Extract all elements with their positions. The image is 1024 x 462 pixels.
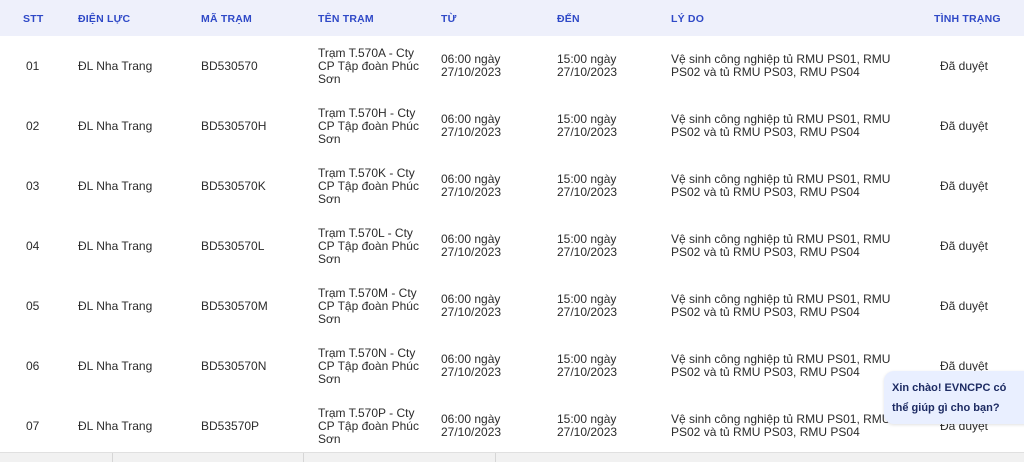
table-row: 05 ĐL Nha Trang BD530570M Trạm T.570M - … [0,276,1024,337]
cell-ten-tram: Trạm T.570N - Cty CP Tập đoàn Phúc Sơn [318,345,419,386]
cell-den: 15:00 ngày 27/10/2023 [557,232,618,259]
cell-tu: 06:00 ngày 27/10/2023 [441,352,502,379]
cell-ma-tram: BD530570L [201,238,265,253]
cell-tinh-trang: Đã duyệt [939,298,989,313]
cell-dien-luc: ĐL Nha Trang [78,178,153,193]
cell-ma-tram: BD53570P [201,418,260,433]
cell-ly-do: Vệ sinh công nghiệp tủ RMU PS01, RMU PS0… [671,412,891,439]
cell-tinh-trang: Đã duyệt [939,58,989,73]
cell-ten-tram: Trạm T.570K - Cty CP Tập đoàn Phúc Sơn [318,165,419,206]
cell-ma-tram: BD530570H [201,118,267,133]
cell-ly-do: Vệ sinh công nghiệp tủ RMU PS01, RMU PS0… [671,172,891,199]
table-row: 01 ĐL Nha Trang BD530570 Trạm T.570A - C… [0,36,1024,97]
cell-tu: 06:00 ngày 27/10/2023 [441,292,502,319]
header-ly-do: LÝ DO [671,13,705,25]
cell-ten-tram: Trạm T.570H - Cty CP Tập đoàn Phúc Sơn [318,105,419,146]
cell-den: 15:00 ngày 27/10/2023 [557,292,618,319]
cell-tinh-trang: Đã duyệt [939,118,989,133]
cell-stt: 04 [26,238,40,253]
cell-tu: 06:00 ngày 27/10/2023 [441,232,502,259]
cell-den: 15:00 ngày 27/10/2023 [557,172,618,199]
cell-stt: 01 [26,58,40,73]
cell-ly-do: Vệ sinh công nghiệp tủ RMU PS01, RMU PS0… [671,292,891,319]
cell-den: 15:00 ngày 27/10/2023 [557,112,618,139]
cell-stt: 02 [26,118,40,133]
header-tinh-trang: TÌNH TRẠNG [934,13,1001,25]
header-ma-tram: MÃ TRẠM [201,13,252,25]
cell-stt: 05 [26,298,40,313]
header-ten-tram: TÊN TRẠM [318,13,374,25]
cell-dien-luc: ĐL Nha Trang [78,298,153,313]
table-row: 07 ĐL Nha Trang BD53570P Trạm T.570P - C… [0,396,1024,456]
cell-ly-do: Vệ sinh công nghiệp tủ RMU PS01, RMU PS0… [671,232,891,259]
header-stt: STT [23,13,44,25]
cell-ly-do: Vệ sinh công nghiệp tủ RMU PS01, RMU PS0… [671,52,891,79]
cell-stt: 06 [26,358,40,373]
table-row: 06 ĐL Nha Trang BD530570N Trạm T.570N - … [0,336,1024,397]
cell-stt: 03 [26,178,40,193]
cell-dien-luc: ĐL Nha Trang [78,118,153,133]
cell-ten-tram: Trạm T.570M - Cty CP Tập đoàn Phúc Sơn [318,285,419,326]
cell-den: 15:00 ngày 27/10/2023 [557,352,618,379]
table-header: STT ĐIỆN LỰC MÃ TRẠM TÊN TRẠM TỪ ĐẾN LÝ … [0,0,1024,36]
cell-den: 15:00 ngày 27/10/2023 [557,412,618,439]
cell-tinh-trang: Đã duyệt [939,238,989,253]
cell-dien-luc: ĐL Nha Trang [78,58,153,73]
cell-ma-tram: BD530570K [201,178,266,193]
table-row: 04 ĐL Nha Trang BD530570L Trạm T.570L - … [0,216,1024,277]
table-row: 02 ĐL Nha Trang BD530570H Trạm T.570H - … [0,96,1024,157]
cell-tinh-trang: Đã duyệt [939,178,989,193]
cell-ma-tram: BD530570 [201,58,258,73]
cell-den: 15:00 ngày 27/10/2023 [557,52,618,79]
cell-dien-luc: ĐL Nha Trang [78,418,153,433]
cell-tu: 06:00 ngày 27/10/2023 [441,172,502,199]
cell-stt: 07 [26,418,40,433]
cell-ten-tram: Trạm T.570L - Cty CP Tập đoàn Phúc Sơn [318,225,419,266]
chat-popup[interactable]: Xin chào! EVNCPC có thể giúp gì cho bạn? [884,371,1024,424]
cell-tu: 06:00 ngày 27/10/2023 [441,52,502,79]
cell-ten-tram: Trạm T.570A - Cty CP Tập đoàn Phúc Sơn [318,45,419,86]
cell-ma-tram: BD530570N [201,358,267,373]
cell-ly-do: Vệ sinh công nghiệp tủ RMU PS01, RMU PS0… [671,352,891,379]
cell-ly-do: Vệ sinh công nghiệp tủ RMU PS01, RMU PS0… [671,112,891,139]
header-dien-luc: ĐIỆN LỰC [78,13,131,25]
cell-dien-luc: ĐL Nha Trang [78,238,153,253]
table-row: 03 ĐL Nha Trang BD530570K Trạm T.570K - … [0,156,1024,217]
cell-tu: 06:00 ngày 27/10/2023 [441,112,502,139]
cell-tu: 06:00 ngày 27/10/2023 [441,412,502,439]
cell-dien-luc: ĐL Nha Trang [78,358,153,373]
chat-greeting: Xin chào! EVNCPC có thể giúp gì cho bạn? [892,382,1007,414]
header-den: ĐẾN [557,13,580,25]
cell-ten-tram: Trạm T.570P - Cty CP Tập đoàn Phúc Sơn [318,405,419,446]
cell-ma-tram: BD530570M [201,298,268,313]
header-tu: TỪ [441,13,457,25]
